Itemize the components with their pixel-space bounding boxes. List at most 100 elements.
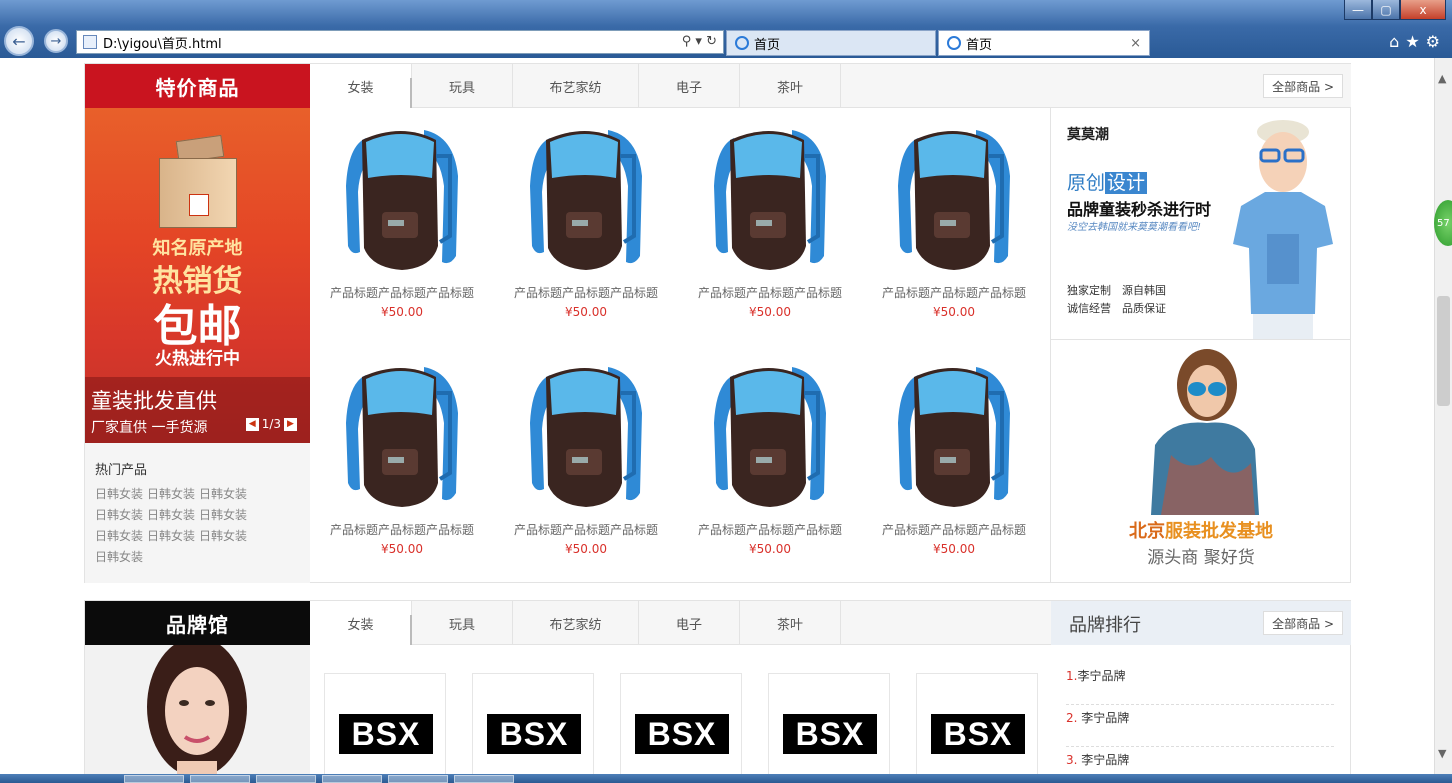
scrollbar-thumb[interactable]: [1437, 296, 1450, 406]
ie-icon: [947, 36, 961, 50]
maximize-button[interactable]: ▢: [1372, 0, 1400, 20]
tab-toys[interactable]: 玩具: [412, 64, 513, 108]
product-card[interactable]: 产品标题产品标题产品标题 ¥50.00: [678, 345, 862, 582]
tab-electronics[interactable]: 电子: [639, 601, 740, 645]
ad-original-text: 原创: [1067, 172, 1106, 194]
left-column: 特价商品 知名原产地 热销货 包邮 火热进行中 童装批发直供 厂家直供 一手货源…: [85, 64, 310, 583]
taskbar-item[interactable]: [454, 775, 514, 783]
tab-women[interactable]: 女装: [310, 64, 412, 108]
ad-subtitle: 源头商 聚好货: [1147, 548, 1255, 568]
taskbar-item[interactable]: [190, 775, 250, 783]
hot-link[interactable]: 日韩女装: [199, 487, 247, 501]
brand-logo-card[interactable]: BSX: [916, 673, 1038, 774]
tab-tea[interactable]: 茶叶: [740, 64, 841, 108]
tab-women[interactable]: 女装: [310, 601, 412, 645]
brand-ranking-header: 品牌排行 全部商品 >: [1051, 601, 1351, 645]
prev-arrow-icon[interactable]: ◀: [245, 417, 259, 431]
close-tab-icon[interactable]: ×: [1130, 36, 1141, 51]
browser-chrome: — ▢ x ← → D:\yigou\首页.html ⚲ ▾ ↻ 首页 首页 ×…: [0, 0, 1452, 58]
promo-banner[interactable]: 知名原产地 热销货 包邮 火热进行中 童装批发直供 厂家直供 一手货源 ◀ 1/…: [85, 108, 310, 443]
hot-link[interactable]: 日韩女装: [147, 508, 195, 522]
hot-link[interactable]: 日韩女装: [95, 487, 143, 501]
home-icon[interactable]: ⌂: [1389, 32, 1405, 51]
tab-textiles[interactable]: 布艺家纺: [513, 64, 639, 108]
product-card[interactable]: 产品标题产品标题产品标题 ¥50.00: [310, 108, 494, 345]
browser-tab-1[interactable]: 首页: [726, 30, 936, 56]
product-price: ¥50.00: [381, 305, 423, 319]
settings-gear-icon[interactable]: ⚙: [1426, 32, 1446, 51]
woman-model-image: [1151, 349, 1259, 515]
baby-carrier-image: [344, 365, 460, 509]
rank-item[interactable]: 3. 李宁品牌: [1066, 747, 1334, 774]
product-card[interactable]: 产品标题产品标题产品标题 ¥50.00: [862, 345, 1046, 582]
product-card[interactable]: 产品标题产品标题产品标题 ¥50.00: [494, 108, 678, 345]
taskbar-item[interactable]: [124, 775, 184, 783]
all-products-button[interactable]: 全部商品 >: [1263, 74, 1343, 98]
tab-label: 首页: [754, 37, 781, 53]
brand-logo-card[interactable]: BSX: [620, 673, 742, 774]
hot-link[interactable]: 日韩女装: [147, 487, 195, 501]
product-price: ¥50.00: [381, 542, 423, 556]
product-title: 产品标题产品标题产品标题: [513, 523, 658, 537]
baby-carrier-image: [712, 128, 828, 272]
product-title: 产品标题产品标题产品标题: [513, 286, 658, 300]
special-products-section: 特价商品 知名原产地 热销货 包邮 火热进行中 童装批发直供 厂家直供 一手货源…: [84, 63, 1351, 583]
taskbar-item[interactable]: [322, 775, 382, 783]
brand-logo-card[interactable]: BSX: [324, 673, 446, 774]
product-title: 产品标题产品标题产品标题: [697, 286, 842, 300]
vertical-scrollbar[interactable]: ▲ ▼ 57: [1434, 58, 1452, 774]
rank-item[interactable]: 2. 李宁品牌: [1066, 705, 1334, 747]
bsx-logo: BSX: [931, 714, 1025, 754]
hot-products-title: 热门产品: [95, 463, 148, 478]
tab-toys[interactable]: 玩具: [412, 601, 513, 645]
product-card[interactable]: 产品标题产品标题产品标题 ¥50.00: [310, 345, 494, 582]
brand-logo-card[interactable]: BSX: [472, 673, 594, 774]
ad-feature-2: 诚信经营 品质保证: [1067, 302, 1166, 315]
kids-clothing-ad[interactable]: 莫莫潮 原创 设计 品牌童装秒杀进行时 没空去韩国就来莫莫潮看看吧! 独家定制 源…: [1051, 108, 1351, 340]
baby-carrier-image: [528, 365, 644, 509]
brand-model-photo[interactable]: [85, 645, 310, 774]
wholesale-base-ad[interactable]: 北京服装批发基地 源头商 聚好货: [1051, 341, 1351, 583]
rank-number: 3.: [1066, 753, 1082, 767]
hot-link[interactable]: 日韩女装: [199, 529, 247, 543]
taskbar-item[interactable]: [388, 775, 448, 783]
promo-line-4: 火热进行中: [155, 349, 240, 369]
hot-link[interactable]: 日韩女装: [95, 550, 143, 564]
section-heading: 品牌馆: [85, 601, 310, 645]
close-window-button[interactable]: x: [1400, 0, 1446, 20]
tab-electronics[interactable]: 电子: [639, 64, 740, 108]
hot-link[interactable]: 日韩女装: [95, 508, 143, 522]
minimize-button[interactable]: —: [1344, 0, 1372, 20]
banner-pager: ◀ 1/3 ▶: [243, 417, 300, 431]
hot-link[interactable]: 日韩女装: [199, 508, 247, 522]
hot-products: 热门产品 日韩女装 日韩女装 日韩女装 日韩女装 日韩女装 日韩女装 日韩女装 日韩女装日…: [85, 443, 310, 583]
browser-tab-2[interactable]: 首页 ×: [938, 30, 1150, 56]
scroll-down-icon[interactable]: ▼: [1438, 747, 1446, 760]
scroll-up-icon[interactable]: ▲: [1438, 72, 1446, 85]
product-card[interactable]: 产品标题产品标题产品标题 ¥50.00: [678, 108, 862, 345]
tab-textiles[interactable]: 布艺家纺: [513, 601, 639, 645]
dropdown-icon[interactable]: ▾: [695, 34, 702, 49]
address-bar[interactable]: D:\yigou\首页.html ⚲ ▾ ↻: [76, 30, 724, 54]
hot-link[interactable]: 日韩女装: [95, 529, 143, 543]
back-button[interactable]: ←: [4, 26, 34, 56]
category-tabs-bar: 女装 玩具 布艺家纺 电子 茶叶 全部商品 >: [310, 64, 1351, 108]
all-products-button[interactable]: 全部商品 >: [1263, 611, 1343, 635]
next-arrow-icon[interactable]: ▶: [284, 417, 297, 431]
forward-button[interactable]: →: [44, 29, 68, 53]
product-title: 产品标题产品标题产品标题: [329, 523, 474, 537]
tab-tea[interactable]: 茶叶: [740, 601, 841, 645]
taskbar-item[interactable]: [256, 775, 316, 783]
floating-badge[interactable]: 57: [1434, 200, 1452, 246]
refresh-icon[interactable]: ↻: [706, 34, 717, 49]
rank-item[interactable]: 1.李宁品牌: [1066, 663, 1334, 705]
search-icon[interactable]: ⚲: [682, 34, 692, 49]
section-heading: 特价商品: [85, 64, 310, 108]
favorites-star-icon[interactable]: ★: [1405, 32, 1425, 51]
hot-link[interactable]: 日韩女装: [147, 529, 195, 543]
product-card[interactable]: 产品标题产品标题产品标题 ¥50.00: [862, 108, 1046, 345]
address-text: D:\yigou\首页.html: [103, 36, 222, 52]
rank-name: 李宁品牌: [1081, 753, 1130, 767]
brand-logo-card[interactable]: BSX: [768, 673, 890, 774]
product-card[interactable]: 产品标题产品标题产品标题 ¥50.00: [494, 345, 678, 582]
